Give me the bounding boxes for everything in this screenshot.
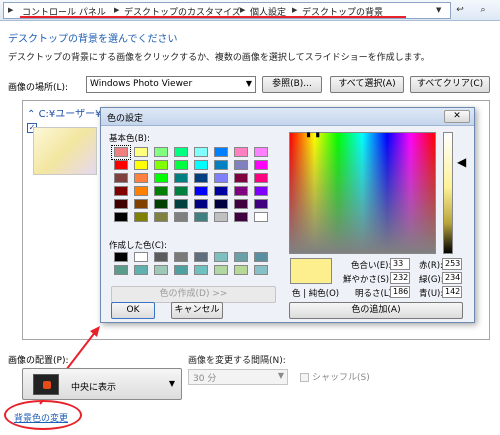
checkbox-icon bbox=[300, 373, 309, 382]
shuffle-label: シャッフル(S) bbox=[312, 373, 370, 383]
interval-value: 30 分 bbox=[193, 374, 217, 384]
placement-value: 中央に表示 bbox=[71, 383, 117, 393]
placement-dropdown[interactable]: 中央に表示 ▼ bbox=[22, 368, 182, 400]
chevron-down-icon: ▼ bbox=[168, 379, 175, 388]
shuffle-checkbox: シャッフル(S) bbox=[300, 370, 370, 383]
interval-select: 30 分 ▼ bbox=[188, 369, 288, 385]
interval-label: 画像を変更する間隔(N): bbox=[188, 356, 286, 366]
red-circle-annotation bbox=[4, 400, 82, 430]
placement-label: 画像の配置(P): bbox=[8, 356, 69, 366]
chevron-down-icon: ▼ bbox=[277, 371, 284, 380]
placement-preview-icon bbox=[33, 374, 59, 395]
